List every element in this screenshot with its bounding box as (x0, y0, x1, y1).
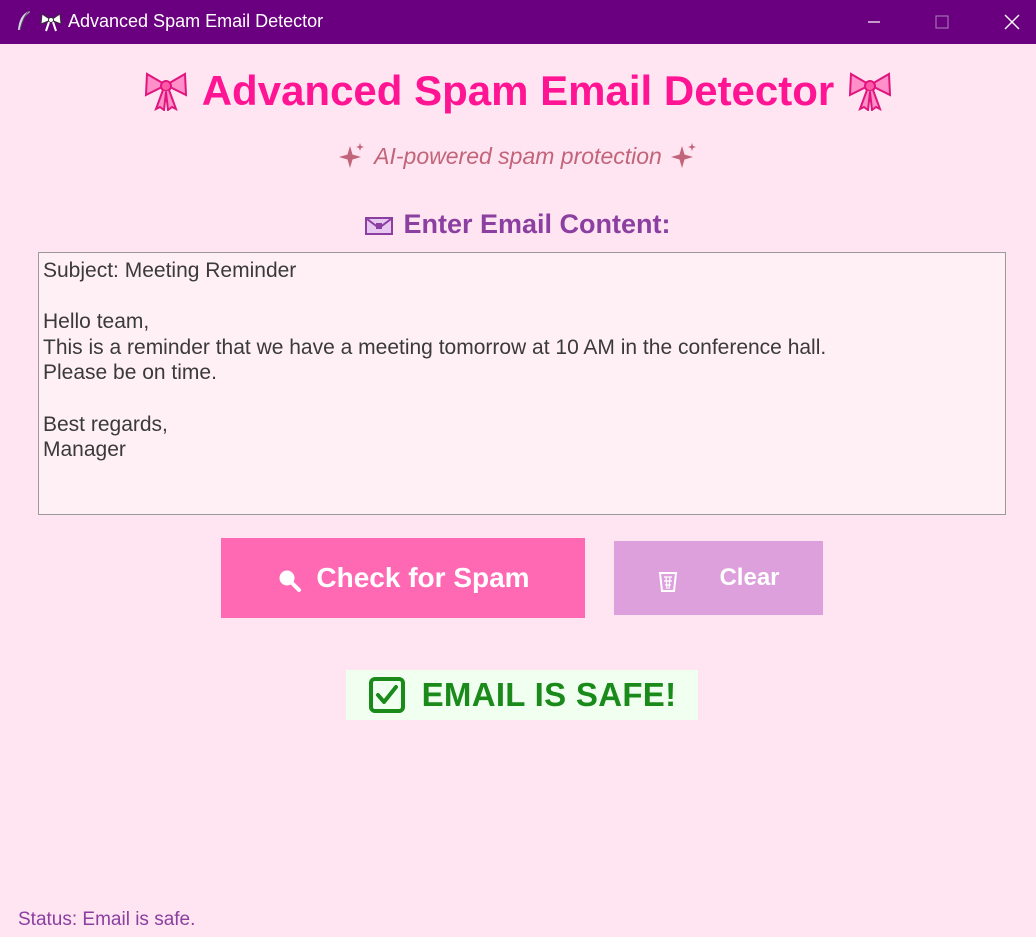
sparkles-icon (670, 143, 696, 168)
feather-icon (18, 10, 30, 31)
maximize-button[interactable] (912, 0, 972, 44)
app-heading: Advanced Spam Email Detector (0, 64, 1036, 118)
subtitle: AI-powered spam protection (0, 140, 1036, 172)
page-title: Advanced Spam Email Detector (201, 67, 835, 114)
subtitle-text: AI-powered spam protection (374, 142, 662, 169)
minimize-icon (868, 21, 880, 23)
magnifier-icon (279, 570, 302, 592)
minimize-button[interactable] (844, 0, 904, 44)
email-content-input[interactable] (38, 252, 1006, 515)
status-bar: Status: Email is safe. (18, 909, 196, 930)
check-for-spam-button[interactable]: Check for Spam (221, 538, 585, 618)
close-icon (1004, 14, 1020, 30)
result-banner: EMAIL IS SAFE! (346, 670, 698, 720)
maximize-icon (935, 15, 949, 29)
sparkles-icon (339, 143, 365, 168)
bow-icon (144, 72, 187, 111)
title-bar: Advanced Spam Email Detector (0, 0, 1036, 44)
email-content-label-text: Enter Email Content: (403, 208, 671, 239)
bow-icon (849, 72, 892, 111)
clear-label: Clear (719, 564, 780, 591)
check-for-spam-label: Check for Spam (316, 562, 530, 593)
envelope-icon (365, 217, 394, 235)
close-button[interactable] (982, 0, 1036, 44)
window-title: Advanced Spam Email Detector (68, 11, 324, 31)
clear-button[interactable]: Clear (614, 541, 823, 615)
wastebasket-icon (659, 572, 678, 592)
email-content-label: Enter Email Content: (0, 206, 1036, 242)
result-text: EMAIL IS SAFE! (421, 676, 677, 713)
check-box-icon (368, 677, 405, 713)
bow-icon (40, 13, 62, 32)
